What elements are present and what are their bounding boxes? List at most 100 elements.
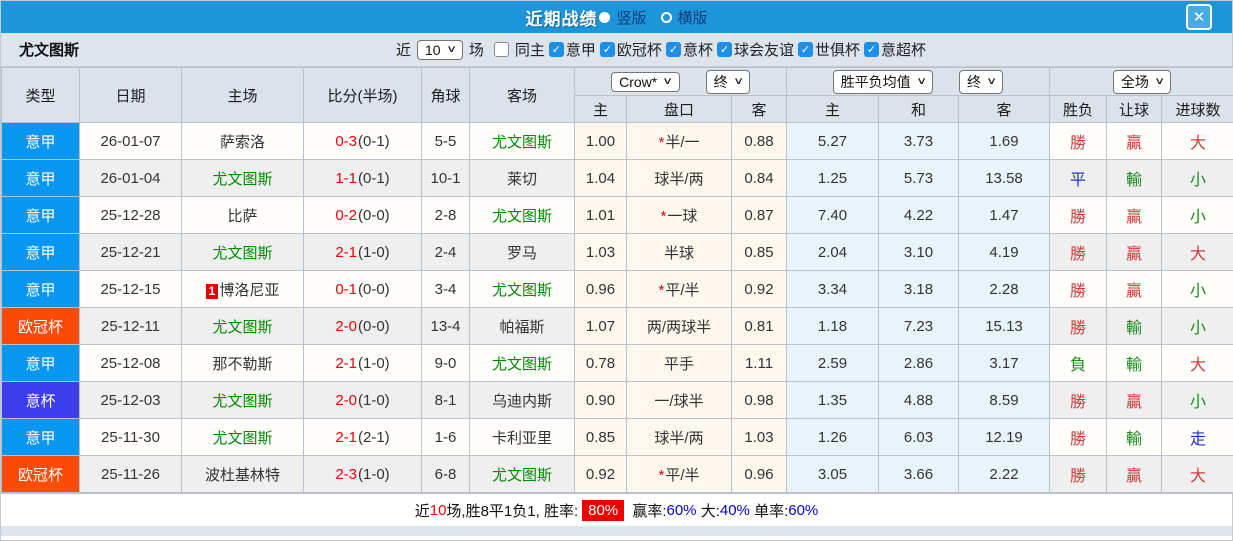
avg-win: 2.59 bbox=[786, 344, 879, 382]
competition-checkbox[interactable]: ✓ 世俱杯 bbox=[797, 39, 860, 60]
filter-controls: 近 10 ∨ 场 ✓同主✓意甲✓欧冠杯✓意杯✓球会友谊✓世俱杯✓意超杯 bbox=[396, 39, 926, 60]
match-row: 意甲 25-11-30 尤文图斯 2-1(2-1) 1-6 卡利亚里 0.85 球半/两 1.0… bbox=[1, 418, 1233, 456]
home-team: 尤文图斯 bbox=[181, 418, 304, 456]
avg-win: 3.34 bbox=[786, 270, 879, 308]
sub-header-handicap-result: 让球 bbox=[1106, 95, 1162, 123]
match-date: 25-12-11 bbox=[79, 307, 182, 345]
single-rate-label: 单率: bbox=[749, 502, 789, 520]
avg-win: 3.05 bbox=[786, 455, 879, 493]
checkbox-icon: ✓ bbox=[863, 42, 879, 57]
competition-checkbox[interactable]: ✓ 意甲 bbox=[548, 39, 596, 60]
avg-draw: 5.73 bbox=[878, 159, 959, 197]
vertical-layout-radio[interactable] bbox=[599, 11, 611, 23]
handicap: 球半/两 bbox=[626, 159, 732, 197]
result-wdl: 勝 bbox=[1049, 418, 1107, 456]
checkbox-label: 欧冠杯 bbox=[616, 42, 662, 59]
match-row: 意甲 25-12-08 那不勒斯 2-1(1-0) 9-0 尤文图斯 0.78 平手 1.11 2… bbox=[1, 344, 1233, 382]
handicap: 一/球半 bbox=[626, 381, 732, 419]
chevron-down-icon: ∨ bbox=[732, 76, 744, 87]
handicap: *平/半 bbox=[626, 270, 732, 308]
sub-header-goals: 进球数 bbox=[1160, 95, 1233, 123]
avg-win: 1.18 bbox=[786, 307, 879, 345]
handicap: 两/两球半 bbox=[626, 307, 732, 345]
corner-count: 6-8 bbox=[421, 455, 470, 493]
result-wdl: 負 bbox=[1049, 344, 1107, 382]
score: 0-2(0-0) bbox=[303, 196, 422, 234]
competition-checkbox[interactable]: ✓ 意杯 bbox=[665, 39, 713, 60]
checkbox-icon: ✓ bbox=[548, 42, 564, 57]
red-card-badge: 1 bbox=[205, 283, 219, 299]
horizontal-layout-label[interactable]: 横版 bbox=[678, 7, 708, 28]
result-wdl: 平 bbox=[1049, 159, 1107, 197]
result-handicap: 贏 bbox=[1106, 381, 1162, 419]
league-type-badge: 意甲 bbox=[1, 418, 80, 456]
corner-count: 3-4 bbox=[421, 270, 470, 308]
result-handicap: 輸 bbox=[1106, 159, 1162, 197]
vertical-layout-label[interactable]: 竖版 bbox=[616, 7, 646, 28]
sub-header-odds-home: 主 bbox=[574, 95, 627, 123]
sub-header-avg-win: 主 bbox=[786, 95, 879, 123]
col-header-away: 客场 bbox=[469, 67, 575, 123]
horizontal-layout-radio[interactable] bbox=[660, 11, 672, 23]
period-select[interactable]: 全场 ∨ bbox=[1112, 69, 1172, 94]
big-rate-value: 40% bbox=[719, 501, 750, 519]
competition-checkbox[interactable]: ✓ 意超杯 bbox=[863, 39, 926, 60]
match-count-select[interactable]: 10 ∨ bbox=[416, 39, 463, 60]
avg-win: 1.26 bbox=[786, 418, 879, 456]
away-team: 尤文图斯 bbox=[469, 270, 575, 308]
competition-checkbox[interactable]: ✓ 欧冠杯 bbox=[599, 39, 662, 60]
filter-bar: 尤文图斯 近 10 ∨ 场 ✓同主✓意甲✓欧冠杯✓意杯✓球会友谊✓世俱杯✓意超杯 bbox=[1, 33, 1232, 67]
summary-text: 场,胜8平1负1, 胜率: bbox=[446, 502, 579, 520]
competition-checkbox[interactable]: ✓ 球会友谊 bbox=[716, 39, 794, 60]
avg-win: 5.27 bbox=[786, 122, 879, 160]
home-team: 尤文图斯 bbox=[181, 307, 304, 345]
odds-time-select[interactable]: 终 ∨ bbox=[705, 69, 750, 94]
checkbox-label: 球会友谊 bbox=[733, 42, 794, 59]
avg-odds-select[interactable]: 胜平负均值 ∨ bbox=[832, 69, 933, 94]
score: 2-3(1-0) bbox=[303, 455, 422, 493]
away-team: 尤文图斯 bbox=[469, 196, 575, 234]
match-row: 意杯 25-12-03 尤文图斯 2-0(1-0) 8-1 乌迪内斯 0.90 一/球半 0.9… bbox=[1, 381, 1233, 419]
handicap: *平/半 bbox=[626, 455, 732, 493]
league-type-badge: 欧冠杯 bbox=[1, 455, 80, 493]
bookmaker-select[interactable]: Crow* ∨ bbox=[611, 71, 680, 92]
summary-footer: 近 10 场,胜8平1负1, 胜率: 80% 赢率: 60% 大: 40% 单率: 60% bbox=[1, 493, 1232, 526]
result-goals: 大 bbox=[1160, 455, 1233, 493]
col-header-type: 类型 bbox=[1, 67, 80, 123]
star-icon: * bbox=[660, 207, 667, 225]
checkbox-label: 意甲 bbox=[565, 42, 596, 59]
away-odds: 1.11 bbox=[731, 344, 787, 382]
table-header: 类型 日期 主场 比分(半场) 角球 客场 Crow* ∨ 终 ∨ 胜平负均值 ∨ 终… bbox=[1, 67, 1233, 123]
col-header-home: 主场 bbox=[181, 67, 304, 123]
result-handicap: 輸 bbox=[1106, 344, 1162, 382]
summary-prefix: 近 bbox=[414, 502, 430, 520]
result-goals: 小 bbox=[1160, 196, 1233, 234]
avg-lose: 1.47 bbox=[958, 196, 1050, 234]
match-date: 25-11-30 bbox=[79, 418, 182, 456]
avg-lose: 4.19 bbox=[958, 233, 1050, 271]
close-button[interactable]: ✕ bbox=[1186, 4, 1212, 30]
competition-checkbox[interactable]: ✓ 同主 bbox=[493, 39, 545, 60]
chevron-down-icon: ∨ bbox=[445, 44, 457, 55]
handicap: 半球 bbox=[626, 233, 732, 271]
home-odds: 1.04 bbox=[574, 159, 627, 197]
chevron-down-icon: ∨ bbox=[662, 76, 674, 87]
away-odds: 0.84 bbox=[731, 159, 787, 197]
match-date: 25-12-21 bbox=[79, 233, 182, 271]
away-team: 乌迪内斯 bbox=[469, 381, 575, 419]
sub-header-wdl: 胜负 bbox=[1049, 95, 1107, 123]
checkbox-label: 意杯 bbox=[682, 42, 713, 59]
avg-lose: 15.13 bbox=[958, 307, 1050, 345]
match-row: 意甲 25-12-15 1 博洛尼亚 0-1(0-0) 3-4 尤文图斯 0.96 *平/半 0.… bbox=[1, 270, 1233, 308]
away-odds: 0.85 bbox=[731, 233, 787, 271]
avg-draw: 3.73 bbox=[878, 122, 959, 160]
avg-draw: 7.23 bbox=[878, 307, 959, 345]
match-date: 26-01-04 bbox=[79, 159, 182, 197]
result-wdl: 勝 bbox=[1049, 196, 1107, 234]
result-goals: 小 bbox=[1160, 381, 1233, 419]
result-handicap: 輸 bbox=[1106, 418, 1162, 456]
avg-time-select[interactable]: 终 ∨ bbox=[959, 69, 1004, 94]
away-team: 罗马 bbox=[469, 233, 575, 271]
corner-count: 8-1 bbox=[421, 381, 470, 419]
corner-count: 1-6 bbox=[421, 418, 470, 456]
